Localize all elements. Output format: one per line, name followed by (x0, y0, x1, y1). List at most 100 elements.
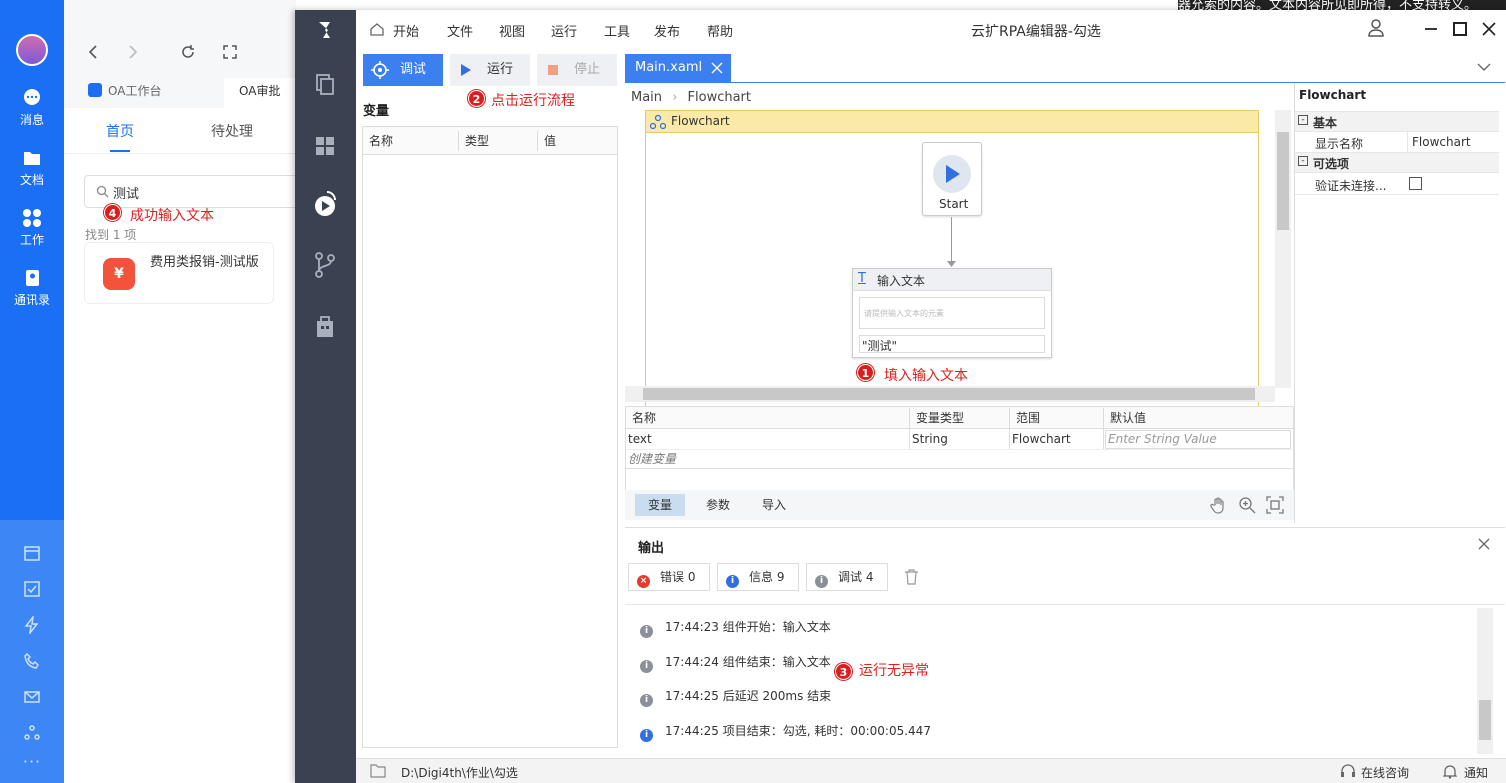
log-line: i 17:44:24 组件结束：输入文本 (640, 653, 831, 673)
filter-info-button[interactable]: i 信息 9 (717, 563, 799, 591)
forward-icon[interactable] (126, 44, 140, 60)
components-icon[interactable] (314, 135, 336, 157)
tab-imports[interactable]: 导入 (751, 494, 797, 516)
minimize-icon[interactable] (1424, 23, 1438, 35)
branch-icon[interactable] (314, 252, 336, 278)
sidebar-item-docs[interactable]: 文档 (0, 148, 64, 188)
lightning-icon[interactable] (0, 616, 64, 637)
user-icon[interactable] (1368, 19, 1384, 37)
stop-button[interactable]: 停止 (537, 54, 617, 86)
calendar-icon[interactable] (0, 544, 64, 565)
breadcrumb-flowchart[interactable]: Flowchart (688, 90, 751, 105)
notifications[interactable]: 通知 (1464, 764, 1488, 781)
scroll-thumb[interactable] (1479, 700, 1491, 740)
tab-arguments[interactable]: 参数 (695, 494, 741, 516)
back-icon[interactable] (86, 44, 100, 60)
annotation-badge-1: 1 (857, 364, 874, 381)
search-value: 测试 (113, 187, 140, 202)
filter-debug-button[interactable]: i 调试 4 (806, 563, 888, 591)
phone-icon[interactable] (0, 652, 64, 673)
grid-col-name: 名称 (626, 408, 910, 428)
debug-info-icon: i (815, 575, 828, 588)
element-picker[interactable]: 请提供输入文本的元素 (859, 297, 1045, 329)
display-name-label: 显示名称 (1315, 137, 1364, 151)
close-output-icon[interactable] (1478, 538, 1490, 550)
menu-help[interactable]: 帮助 (707, 21, 733, 40)
display-name-value[interactable]: Flowchart (1407, 132, 1499, 153)
menu-file[interactable]: 文件 (447, 21, 473, 40)
maximize-icon[interactable] (1453, 22, 1467, 36)
vertical-scrollbar[interactable] (1275, 110, 1291, 388)
sidebar-label: 文档 (19, 173, 44, 187)
properties-title: Flowchart (1299, 88, 1367, 102)
menu-run[interactable]: 运行 (551, 21, 577, 40)
checkbox-icon[interactable] (0, 580, 64, 601)
hand-pan-icon[interactable] (1210, 496, 1228, 514)
var-name[interactable]: text (626, 429, 910, 449)
package-icon[interactable] (314, 315, 336, 339)
variables-panel: 名称 类型 值 (362, 126, 618, 748)
more-icon[interactable]: ··· (0, 752, 64, 771)
subtab-pending[interactable]: 待处理 (211, 121, 253, 141)
tab-label: OA工作台 (108, 84, 162, 98)
filter-errors-button[interactable]: × 错误 0 (628, 563, 710, 591)
tab-variables[interactable]: 变量 (635, 494, 685, 516)
result-card[interactable]: ¥ 费用类报销-测试版 (84, 242, 274, 304)
group-basic[interactable]: - 基本 (1295, 112, 1499, 132)
sidebar-item-messages[interactable]: 消息 (0, 88, 64, 128)
tab-close-icon[interactable] (711, 62, 723, 74)
text-type-icon: T (858, 271, 866, 286)
menu-view[interactable]: 视图 (499, 21, 525, 40)
network-icon[interactable] (0, 724, 64, 745)
trash-icon[interactable] (904, 569, 919, 585)
refresh-icon[interactable] (180, 44, 196, 60)
zoom-in-icon[interactable] (1238, 496, 1256, 514)
run-button[interactable]: 运行 (450, 54, 530, 86)
debug-run-icon[interactable] (313, 188, 339, 218)
var-type[interactable]: String (910, 429, 1010, 449)
var-scope[interactable]: Flowchart (1010, 429, 1104, 449)
tab-main-xaml[interactable]: Main.xaml (625, 54, 731, 82)
copy-icon[interactable] (314, 72, 336, 96)
input-text-activity[interactable]: T 输入文本 请提供输入文本的元素 "测试" (852, 268, 1052, 358)
tab-oa-workbench[interactable]: OA工作台 (88, 78, 218, 108)
variables-panel-title: 变量 (363, 104, 390, 119)
breadcrumb-main[interactable]: Main (631, 90, 662, 105)
menu-publish[interactable]: 发布 (654, 21, 680, 40)
flowchart-header: Flowchart (646, 111, 1258, 133)
menu-tools[interactable]: 工具 (604, 21, 630, 40)
mail-icon[interactable] (0, 688, 64, 709)
fullscreen-icon[interactable] (222, 44, 238, 60)
connector-arrow (947, 261, 956, 267)
annotation-badge-2: 2 (468, 90, 485, 107)
user-avatar[interactable] (16, 34, 48, 66)
create-variable[interactable]: 创建变量 (628, 450, 676, 467)
search-input[interactable]: 测试 (84, 175, 299, 208)
scroll-thumb[interactable] (1277, 132, 1289, 230)
menu-start[interactable]: 开始 (393, 21, 419, 40)
online-consult[interactable]: 在线咨询 (1361, 764, 1409, 781)
start-node[interactable]: Start (922, 142, 982, 216)
rpa-editor-window: 开始 文件 视图 运行 工具 发布 帮助 云扩RPA编辑器-勾选 调试 运行 停… (295, 10, 1506, 783)
var-default-input[interactable]: Enter String Value (1105, 430, 1291, 449)
table-row[interactable]: text String Flowchart Enter String Value (626, 429, 1293, 450)
debug-button[interactable]: 调试 (363, 54, 443, 86)
fit-screen-icon[interactable] (1266, 496, 1284, 514)
sidebar-item-work[interactable]: 工作 (0, 208, 64, 248)
horizontal-scrollbar[interactable] (625, 386, 1275, 402)
activity-header: T 输入文本 (853, 269, 1051, 291)
log-scrollbar[interactable] (1477, 608, 1493, 754)
info-count: 9 (776, 570, 785, 584)
tab-oa-approval[interactable]: OA审批 (224, 78, 296, 108)
group-optional[interactable]: - 可选项 (1295, 153, 1499, 173)
scroll-thumb[interactable] (643, 388, 1255, 400)
tab-label: OA审批 (239, 84, 281, 98)
validate-checkbox[interactable] (1409, 177, 1422, 190)
folder-icon (370, 764, 386, 778)
subtab-home[interactable]: 首页 (106, 121, 134, 141)
chevron-down-icon[interactable] (1477, 62, 1491, 72)
sidebar-item-contacts[interactable]: 通讯录 (0, 268, 64, 308)
message-icon (24, 89, 40, 105)
activity-value-input[interactable]: "测试" (859, 335, 1045, 353)
close-icon[interactable] (1482, 22, 1496, 36)
